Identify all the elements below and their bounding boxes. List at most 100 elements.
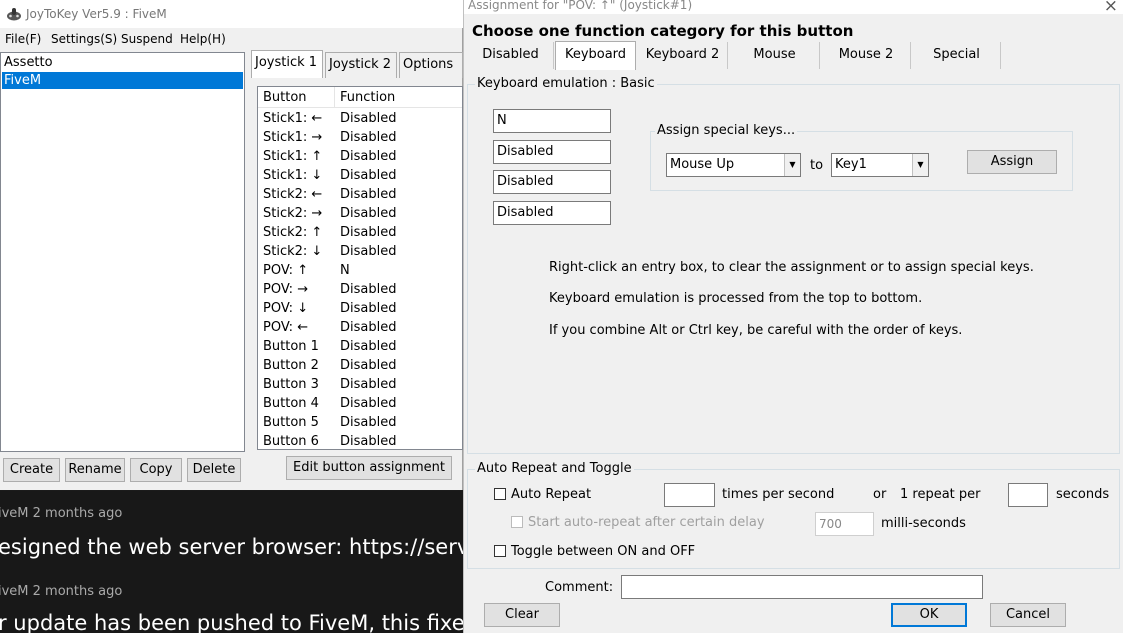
menu-settings[interactable]: Settings(S) — [51, 32, 117, 46]
key-entry-1[interactable]: N — [493, 109, 611, 133]
tab-disabled[interactable]: Disabled — [468, 42, 554, 69]
table-row[interactable]: Stick1: → Disabled — [258, 128, 462, 147]
comment-meta: iveM 2 months ago — [0, 584, 123, 599]
special-key-from-value: Mouse Up — [670, 157, 735, 172]
table-row[interactable]: Stick2: ← Disabled — [258, 185, 462, 204]
button-name-cell: POV: ↑ — [263, 263, 309, 278]
function-cell: Disabled — [340, 301, 397, 316]
column-header-function[interactable]: Function — [335, 87, 462, 108]
main-title-bar: JoyToKey Ver5.9 : FiveM — [0, 0, 463, 28]
times-per-second-input[interactable] — [664, 483, 715, 507]
ok-button[interactable]: OK — [891, 603, 967, 627]
function-cell: Disabled — [340, 358, 397, 373]
special-key-from-select[interactable]: Mouse Up ▼ — [666, 153, 801, 177]
info-text-1: Right-click an entry box, to clear the a… — [549, 260, 1034, 275]
tab-mouse[interactable]: Mouse — [730, 42, 820, 69]
button-name-cell: Stick1: ← — [263, 111, 323, 126]
table-row[interactable]: Button 1 Disabled — [258, 337, 462, 356]
comment-meta: iveM 2 months ago — [0, 506, 123, 521]
info-text-3: If you combine Alt or Ctrl key, be caref… — [549, 323, 963, 338]
button-name-cell: Stick2: ↑ — [263, 225, 323, 240]
toggle-checkbox[interactable] — [494, 545, 506, 557]
button-name-cell: Button 3 — [263, 377, 319, 392]
keyboard-emulation-group: Keyboard emulation : Basic N Disabled Di… — [467, 76, 1120, 454]
key-entry-4[interactable]: Disabled — [493, 201, 611, 225]
button-name-cell: Button 4 — [263, 396, 319, 411]
special-key-to-select[interactable]: Key1 ▼ — [831, 153, 929, 177]
tab-keyboard[interactable]: Keyboard — [555, 41, 636, 70]
copy-button[interactable]: Copy — [130, 458, 182, 482]
auto-repeat-checkbox[interactable] — [494, 488, 506, 500]
table-row[interactable]: Button 4 Disabled — [258, 394, 462, 413]
function-cell: Disabled — [340, 206, 397, 221]
function-cell: Disabled — [340, 225, 397, 240]
seconds-label: seconds — [1056, 487, 1110, 502]
button-name-cell: POV: ← — [263, 320, 309, 335]
button-name-cell: Stick1: → — [263, 130, 323, 145]
table-row[interactable]: POV: ← Disabled — [258, 318, 462, 337]
special-keys-legend: Assign special keys... — [655, 123, 798, 138]
function-cell: Disabled — [340, 187, 397, 202]
profile-item-fivem[interactable]: FiveM — [2, 72, 243, 89]
profile-item-assetto[interactable]: Assetto — [2, 54, 243, 71]
table-row[interactable]: Button 6 Disabled — [258, 432, 462, 449]
clear-button[interactable]: Clear — [484, 603, 560, 627]
comment-input[interactable] — [621, 575, 983, 599]
table-row[interactable]: POV: ↓ Disabled — [258, 299, 462, 318]
table-row[interactable]: POV: → Disabled — [258, 280, 462, 299]
button-name-cell: Button 2 — [263, 358, 319, 373]
delay-checkbox[interactable] — [511, 516, 523, 528]
table-row[interactable]: Button 2 Disabled — [258, 356, 462, 375]
table-row[interactable]: Button 3 Disabled — [258, 375, 462, 394]
table-row[interactable]: Stick1: ← Disabled — [258, 109, 462, 128]
close-icon[interactable]: × — [1104, 0, 1118, 16]
delay-input[interactable]: 700 — [815, 512, 874, 536]
tab-keyboard-2[interactable]: Keyboard 2 — [638, 42, 728, 69]
key-entry-2[interactable]: Disabled — [493, 140, 611, 164]
edit-button-assignment-button[interactable]: Edit button assignment — [286, 456, 452, 480]
column-header-button[interactable]: Button — [258, 87, 335, 108]
tab-mouse-2[interactable]: Mouse 2 — [822, 42, 911, 69]
profile-list[interactable]: Assetto FiveM — [0, 52, 245, 452]
one-repeat-per-label: 1 repeat per — [900, 487, 981, 502]
button-assignment-table[interactable]: Button Function Stick1: ← Disabled Stick1:… — [257, 86, 463, 450]
table-row[interactable]: Stick2: → Disabled — [258, 204, 462, 223]
rename-button[interactable]: Rename — [65, 458, 125, 482]
table-row[interactable]: Stick2: ↑ Disabled — [258, 223, 462, 242]
tab-options[interactable]: Options — [399, 52, 463, 78]
key-entry-3[interactable]: Disabled — [493, 170, 611, 194]
menu-file[interactable]: File(F) — [5, 32, 41, 46]
table-row[interactable]: Stick1: ↓ Disabled — [258, 166, 462, 185]
button-name-cell: Stick2: → — [263, 206, 323, 221]
assign-button[interactable]: Assign — [967, 150, 1057, 174]
button-name-cell: Button 5 — [263, 415, 319, 430]
function-cell: N — [340, 263, 350, 278]
table-row[interactable]: Stick1: ↑ Disabled — [258, 147, 462, 166]
menu-help[interactable]: Help(H) — [180, 32, 226, 46]
button-name-cell: Button 6 — [263, 434, 319, 449]
tab-special[interactable]: Special — [913, 42, 1001, 69]
cancel-button[interactable]: Cancel — [990, 603, 1066, 627]
delete-button[interactable]: Delete — [187, 458, 241, 482]
menu-suspend[interactable]: Suspend — [121, 32, 173, 46]
tab-joystick-2[interactable]: Joystick 2 — [325, 52, 397, 78]
background-comments: iveM 2 months ago esigned the web server… — [0, 491, 463, 633]
milli-seconds-label: milli-seconds — [881, 516, 966, 531]
special-key-to-value: Key1 — [835, 157, 867, 172]
table-row[interactable]: Button 5 Disabled — [258, 413, 462, 432]
create-button[interactable]: Create — [3, 458, 60, 482]
tab-joystick-1[interactable]: Joystick 1 — [251, 50, 323, 78]
comment-label: Comment: — [545, 580, 614, 595]
button-name-cell: POV: → — [263, 282, 309, 297]
function-cell: Disabled — [340, 149, 397, 164]
function-cell: Disabled — [340, 434, 397, 449]
table-row[interactable]: POV: ↑ N — [258, 261, 462, 280]
toggle-label: Toggle between ON and OFF — [511, 544, 696, 559]
delay-label: Start auto-repeat after certain delay — [528, 515, 765, 530]
seconds-input[interactable] — [1008, 483, 1048, 507]
function-cell: Disabled — [340, 111, 397, 126]
table-row[interactable]: Stick2: ↓ Disabled — [258, 242, 462, 261]
assignment-dialog: Assignment for "POV: ↑" (Joystick#1) × C… — [463, 0, 1123, 633]
info-text-2: Keyboard emulation is processed from the… — [549, 291, 923, 306]
button-name-cell: Stick1: ↑ — [263, 149, 323, 164]
